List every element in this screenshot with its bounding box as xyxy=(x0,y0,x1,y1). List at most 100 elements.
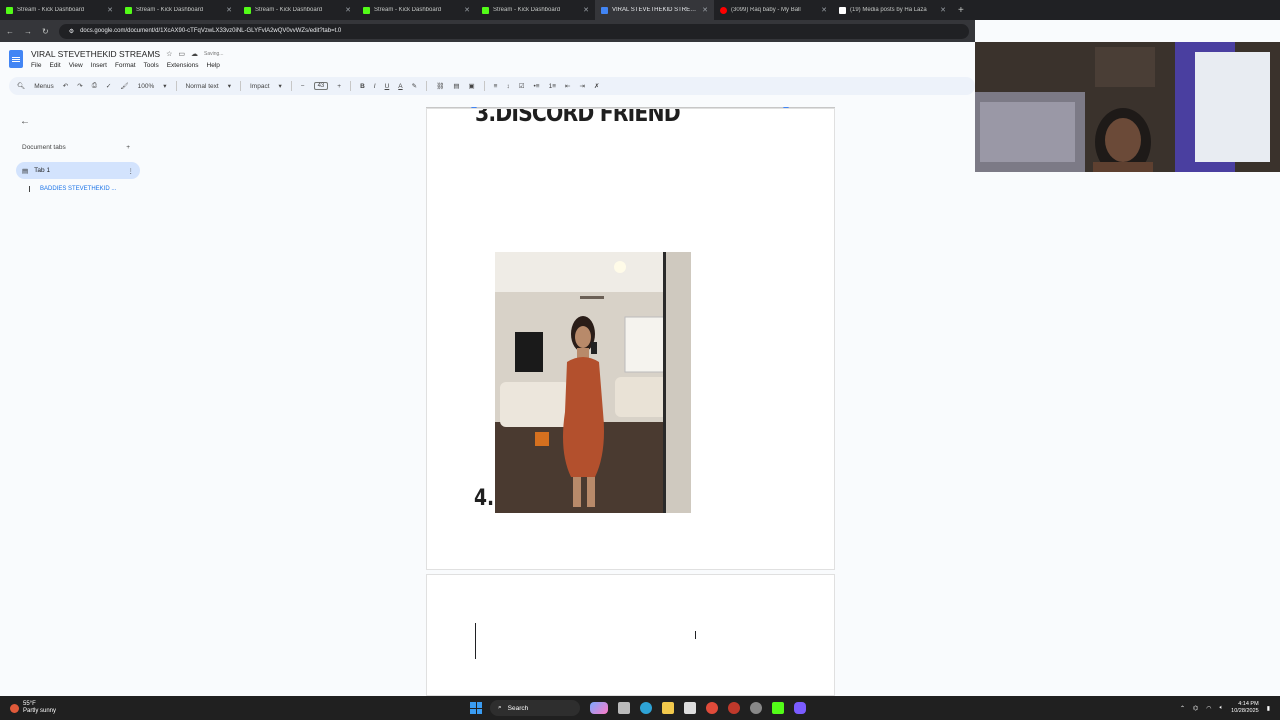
kick-app-icon[interactable] xyxy=(772,702,784,714)
decrease-indent-icon[interactable]: ⇤ xyxy=(565,82,570,90)
close-tab-icon[interactable]: ✕ xyxy=(940,6,946,14)
temperature: 55°F xyxy=(23,701,36,707)
browser-tab[interactable]: Stream - Kick Dashboard ✕ xyxy=(238,0,357,20)
menu-format[interactable]: Format xyxy=(115,62,136,69)
close-tab-icon[interactable]: ✕ xyxy=(226,6,232,14)
highlight-icon[interactable]: ✎ xyxy=(412,82,417,90)
menu-help[interactable]: Help xyxy=(207,62,220,69)
browser-tab[interactable]: Stream - Kick Dashboard ✕ xyxy=(0,0,119,20)
outline-item[interactable]: BADDIES STEVETHEKID ... xyxy=(29,186,116,192)
menus-search[interactable]: Menus xyxy=(34,83,54,90)
weather-widget[interactable]: 55°F Partly sunny xyxy=(0,701,470,715)
edge-icon[interactable] xyxy=(640,702,652,714)
increase-indent-icon[interactable]: ⇥ xyxy=(579,82,584,90)
embedded-photo[interactable] xyxy=(495,252,691,513)
close-tab-icon[interactable]: ✕ xyxy=(345,6,351,14)
forward-icon[interactable]: → xyxy=(24,27,32,36)
discord-icon[interactable] xyxy=(794,702,806,714)
search-icon: ⌕ xyxy=(498,704,502,711)
close-tab-icon[interactable]: ✕ xyxy=(583,6,589,14)
move-folder-icon[interactable]: ▭ xyxy=(178,50,185,58)
link-icon[interactable]: ⛓ xyxy=(436,82,444,90)
file-explorer-icon[interactable] xyxy=(662,702,674,714)
weather-icon xyxy=(10,703,19,713)
text-color-icon[interactable]: A xyxy=(398,83,402,90)
obs-icon[interactable] xyxy=(728,702,740,714)
image-icon[interactable]: ▣ xyxy=(469,82,475,90)
menu-file[interactable]: File xyxy=(31,62,41,69)
wifi-icon[interactable]: ◠ xyxy=(1206,705,1211,712)
close-tab-icon[interactable]: ✕ xyxy=(107,6,113,14)
paint-format-icon[interactable]: 🖌︎ xyxy=(120,82,128,90)
document-page[interactable]: 3.DISCORD FRIEND 4. xyxy=(426,108,835,570)
sidebar-item-tab-1[interactable]: ▤ Tab 1 ⋮ xyxy=(16,162,140,179)
notification-icon[interactable]: ▮ xyxy=(1267,705,1270,712)
checklist-icon[interactable]: ☑ xyxy=(519,82,525,90)
store-icon[interactable] xyxy=(684,702,696,714)
print-icon[interactable]: ⎙ xyxy=(92,82,97,90)
back-icon[interactable]: ← xyxy=(6,27,14,36)
align-icon[interactable]: ≡ xyxy=(494,83,498,90)
site-info-icon[interactable]: ⚙ xyxy=(69,28,74,35)
windows-taskbar: 55°F Partly sunny ⌕ Search ⌃ ⌬ ◠ 🔈︎ 4:14… xyxy=(0,696,1280,720)
menu-tools[interactable]: Tools xyxy=(144,62,159,69)
underline-icon[interactable]: U xyxy=(385,83,390,90)
browser-tab[interactable]: Stream - Kick Dashboard ✕ xyxy=(357,0,476,20)
clear-formatting-icon[interactable]: ✗ xyxy=(594,82,599,90)
menu-edit[interactable]: Edit xyxy=(49,62,60,69)
divider xyxy=(483,81,485,91)
reload-icon[interactable]: ↻ xyxy=(42,27,49,36)
browser-tab[interactable]: Stream - Kick Dashboard ✕ xyxy=(476,0,595,20)
document-page-2[interactable] xyxy=(426,574,835,696)
close-tab-icon[interactable]: ✕ xyxy=(821,6,827,14)
browser-tab[interactable]: (3099) Raq baby - My Ball ✕ xyxy=(714,0,833,20)
redo-icon[interactable]: ↷ xyxy=(77,82,82,90)
page-scrollbar[interactable] xyxy=(1272,172,1280,696)
close-tab-icon[interactable]: ✕ xyxy=(464,6,470,14)
taskbar-search[interactable]: ⌕ Search xyxy=(490,700,580,716)
zoom-select[interactable]: 100% xyxy=(138,83,155,90)
back-arrow-icon[interactable]: ← xyxy=(20,116,30,127)
windows-start-icon[interactable] xyxy=(470,702,482,714)
browser-tab[interactable]: (19) Media posts by Ha Laza ✕ xyxy=(833,0,952,20)
task-view-icon[interactable] xyxy=(618,702,630,714)
chrome-icon[interactable] xyxy=(706,702,718,714)
bullet-list-icon[interactable]: •≡ xyxy=(534,83,540,90)
close-tab-icon[interactable]: ✕ xyxy=(702,6,708,14)
ruler[interactable] xyxy=(426,100,835,113)
volume-icon[interactable]: 🔈︎ xyxy=(1220,705,1224,712)
decrease-font-size-icon[interactable]: − xyxy=(301,83,305,90)
bold-icon[interactable]: B xyxy=(360,83,365,90)
numbered-list-icon[interactable]: 1≡ xyxy=(549,83,556,90)
menu-insert[interactable]: Insert xyxy=(91,62,107,69)
network-icon[interactable]: ⌬ xyxy=(1193,705,1198,712)
chevron-up-icon[interactable]: ⌃ xyxy=(1180,705,1185,712)
comment-icon[interactable]: ▤ xyxy=(453,82,459,90)
menu-view[interactable]: View xyxy=(69,62,83,69)
copilot-icon[interactable] xyxy=(590,702,608,714)
app-icon[interactable] xyxy=(750,702,762,714)
font-size-input[interactable]: 43 xyxy=(313,82,329,90)
document-title[interactable]: VIRAL STEVETHEKID STREAMS xyxy=(31,49,160,59)
weather-condition: Partly sunny xyxy=(23,708,57,714)
line-spacing-icon[interactable]: ↕ xyxy=(506,83,509,90)
menu-extensions[interactable]: Extensions xyxy=(167,62,199,69)
font-select[interactable]: Impact xyxy=(250,83,270,90)
cloud-status-icon[interactable]: ☁ xyxy=(191,50,198,58)
style-select[interactable]: Normal text xyxy=(186,83,219,90)
undo-icon[interactable]: ↶ xyxy=(63,82,68,90)
url-input[interactable]: ⚙ docs.google.com/document/d/1XcAX90-cTF… xyxy=(58,23,969,39)
star-icon[interactable]: ☆ xyxy=(166,50,172,58)
italic-icon[interactable]: I xyxy=(374,83,376,90)
google-docs-icon[interactable] xyxy=(9,50,23,68)
new-tab-icon[interactable]: + xyxy=(952,5,970,16)
add-tab-button[interactable]: + xyxy=(126,144,130,151)
more-options-icon[interactable]: ⋮ xyxy=(128,167,135,175)
search-menus-icon[interactable]: 🔍︎ xyxy=(17,82,25,90)
clock[interactable]: 4:14 PM 10/28/2025 xyxy=(1231,701,1259,715)
browser-tab[interactable]: Stream - Kick Dashboard ✕ xyxy=(119,0,238,20)
browser-tab-active[interactable]: VIRAL STEVETHEKID STREAMS ✕ xyxy=(595,0,714,20)
kick-icon xyxy=(363,6,370,14)
increase-font-size-icon[interactable]: + xyxy=(337,83,341,90)
spellcheck-icon[interactable]: ✓ xyxy=(106,82,111,90)
